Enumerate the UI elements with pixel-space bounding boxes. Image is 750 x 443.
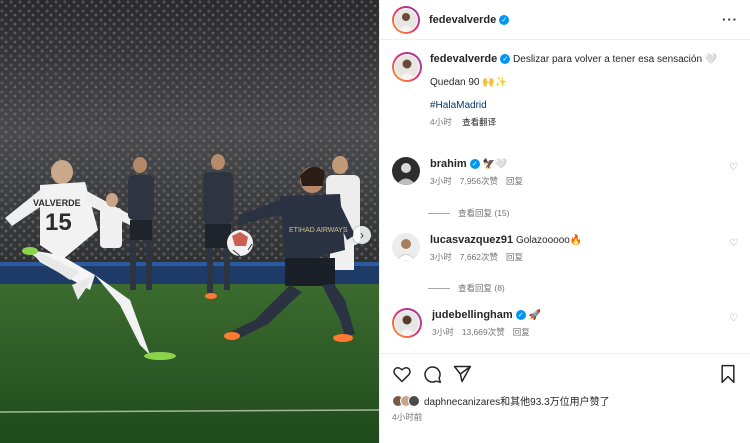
- comment-icon[interactable]: [422, 364, 442, 384]
- comment-time: 3小时: [432, 327, 454, 337]
- likes-summary[interactable]: daphnecanizares和其他93.3万位用户赞了: [392, 393, 610, 408]
- comment-text: Golazooooo🔥: [515, 235, 583, 246]
- heart-icon[interactable]: ♡: [729, 162, 738, 173]
- comment-item: lucasvazquez91 Golazooooo🔥 3小时 7,662次赞 回复 …: [392, 233, 742, 265]
- verified-badge-icon: ✓: [499, 14, 510, 25]
- liker-avatar: [408, 394, 420, 407]
- comment-avatar[interactable]: [392, 157, 420, 185]
- view-replies[interactable]: 查看回复 (15): [428, 207, 509, 219]
- comment-time: 3小时: [430, 176, 452, 186]
- post-time: 4小时前: [392, 412, 423, 422]
- reply-button[interactable]: 回复: [506, 176, 523, 186]
- action-bar: [392, 363, 738, 383]
- reply-button[interactable]: 回复: [506, 252, 523, 262]
- verified-badge-icon: ✓: [469, 159, 480, 170]
- caption-username[interactable]: fedevalverde: [430, 53, 497, 65]
- verified-badge-icon: ✓: [500, 54, 511, 65]
- heart-icon[interactable]: ♡: [729, 238, 738, 249]
- actions-divider: [380, 353, 750, 354]
- comment-item: judebellingham ✓ 🚀 3小时 13,669次赞 回复 ♡: [392, 308, 742, 340]
- comment-likes[interactable]: 7,662次赞: [460, 252, 498, 262]
- more-options-icon[interactable]: ···: [722, 12, 738, 27]
- caption-time: 4小时: [430, 117, 452, 127]
- comment-avatar[interactable]: [392, 233, 420, 261]
- view-replies[interactable]: 查看回复 (8): [428, 282, 505, 294]
- likes-text[interactable]: daphnecanizares和其他93.3万位用户赞了: [424, 393, 610, 408]
- avatar-image: [396, 163, 416, 185]
- post-caption: fedevalverde ✓ Deslizar para volver a ten…: [392, 52, 742, 130]
- caption-avatar-ring[interactable]: [392, 52, 422, 82]
- comment-username[interactable]: lucasvazquez91: [430, 234, 513, 246]
- post-header: fedevalverde ✓ ···: [380, 0, 750, 40]
- comment-avatar[interactable]: [395, 311, 419, 335]
- player-name-text: VALVERDE: [33, 198, 81, 208]
- caption-line2: Quedan 90 🙌✨: [430, 77, 508, 88]
- header-avatar-ring[interactable]: [392, 5, 420, 34]
- reply-button[interactable]: 回复: [513, 327, 530, 337]
- heart-icon[interactable]: ♡: [729, 313, 738, 324]
- avatar[interactable]: [395, 8, 417, 31]
- share-icon[interactable]: [452, 364, 472, 384]
- bookmark-icon[interactable]: [718, 364, 738, 384]
- post-photo: BET VALVERDE 15: [0, 0, 379, 443]
- avatar-image: [395, 239, 417, 261]
- avatar-image: [398, 12, 414, 31]
- sponsor-text: ETIHAD AIRWAYS: [289, 227, 348, 234]
- comment-likes[interactable]: 7,956次赞: [460, 176, 498, 186]
- football-match-image: BET VALVERDE 15: [0, 0, 379, 443]
- avatar-image: [398, 59, 416, 79]
- player-number-text: 15: [45, 209, 72, 236]
- caption-avatar[interactable]: [395, 55, 419, 79]
- replies-divider: [428, 287, 450, 289]
- header-username[interactable]: fedevalverde: [429, 14, 496, 26]
- comment-username[interactable]: judebellingham: [432, 309, 513, 321]
- comment-likes[interactable]: 13,669次赞: [462, 327, 505, 337]
- post-detail-panel: fedevalverde ✓ ··· fedevalverde ✓ Desliz…: [379, 0, 750, 443]
- verified-badge-icon: ✓: [515, 310, 526, 321]
- hashtag-link[interactable]: #HalaMadrid: [430, 98, 717, 113]
- view-replies-label[interactable]: 查看回复 (15): [458, 207, 509, 219]
- replies-divider: [428, 212, 450, 214]
- comment-text: 🚀: [528, 310, 541, 321]
- caption-text: Deslizar para volver a tener esa sensaci…: [513, 54, 718, 65]
- carousel-next-button[interactable]: ›: [353, 226, 371, 244]
- comment-avatar-ring[interactable]: [392, 308, 422, 338]
- comment-time: 3小时: [430, 252, 452, 262]
- view-replies-label[interactable]: 查看回复 (8): [458, 282, 505, 294]
- avatar-image: [398, 315, 416, 335]
- football: [227, 230, 253, 257]
- comment-text: 🦅🤍: [482, 159, 508, 170]
- comment-item: brahim ✓ 🦅🤍 3小时 7,956次赞 回复 ♡: [392, 157, 742, 189]
- see-translation-link[interactable]: 查看翻译: [462, 117, 496, 127]
- comment-username[interactable]: brahim: [430, 158, 467, 170]
- like-heart-icon[interactable]: [392, 364, 412, 384]
